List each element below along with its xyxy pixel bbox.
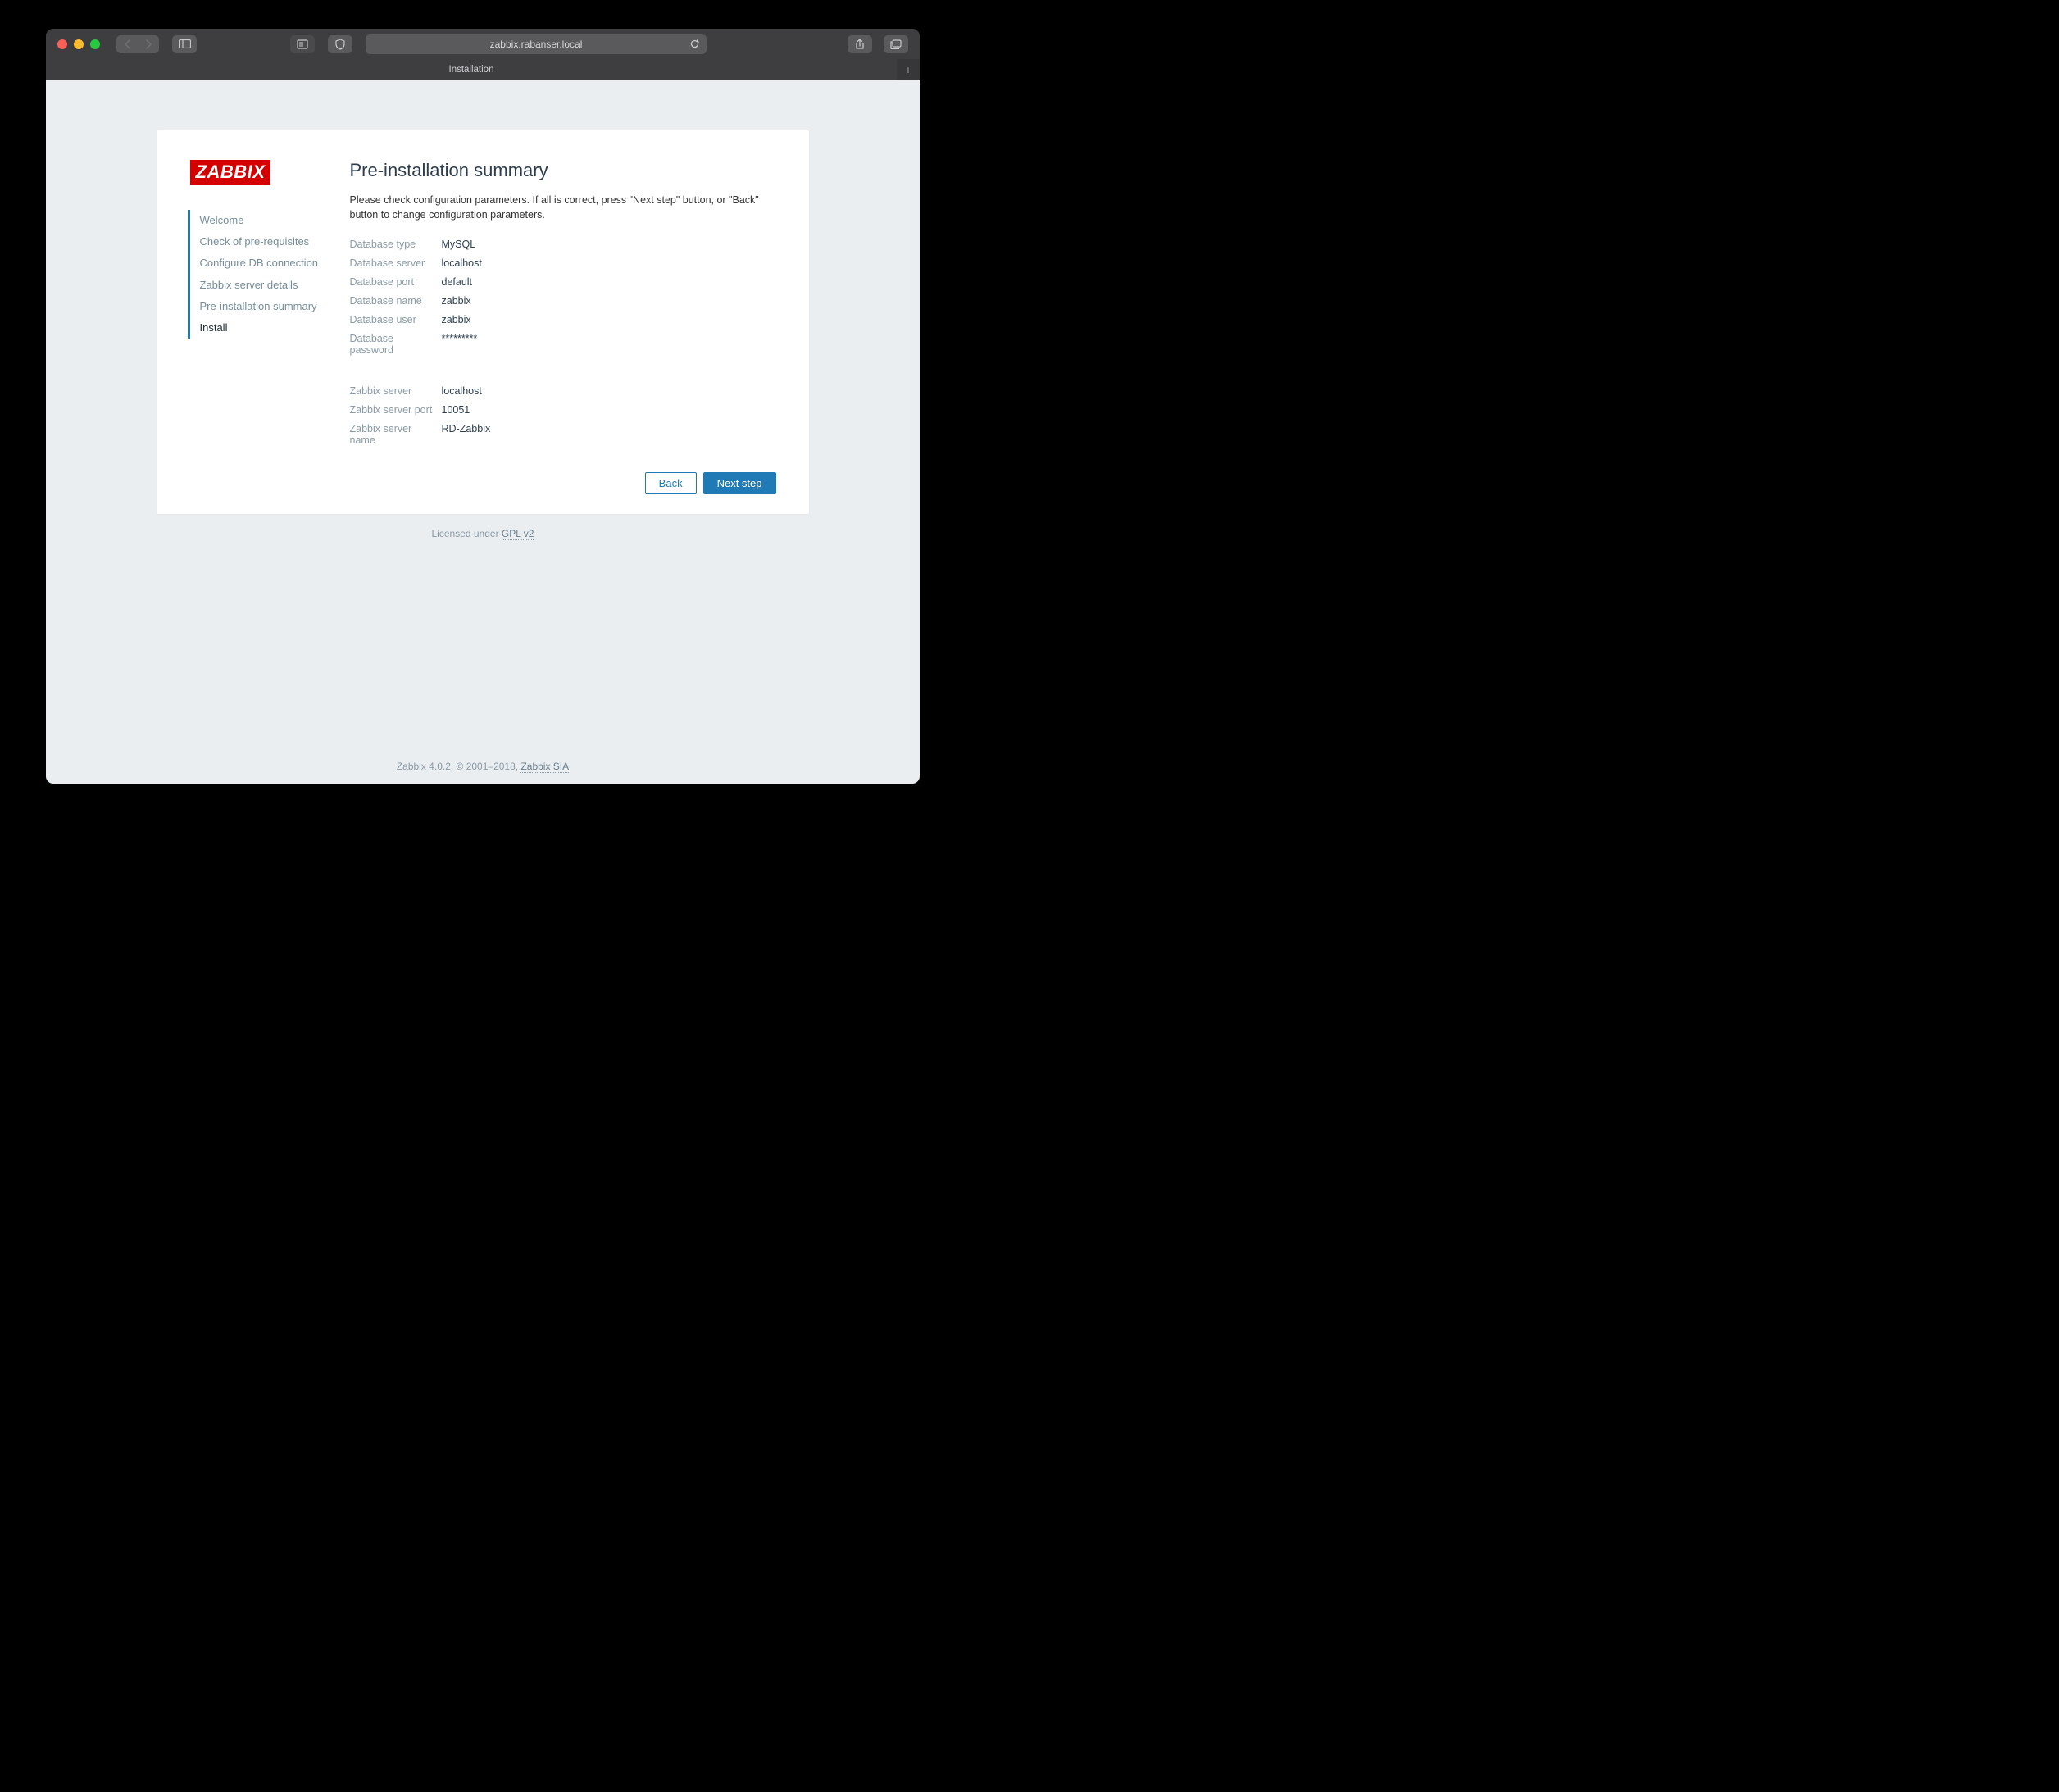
step-prerequisites: Check of pre-requisites [190,231,350,252]
back-nav-button[interactable] [116,35,138,53]
address-bar[interactable]: zabbix.rabanser.local [366,34,707,54]
db-type-value: MySQL [442,239,776,250]
step-install: Install [190,317,350,339]
traffic-lights [57,39,100,49]
db-user-value: zabbix [442,314,776,325]
license-link[interactable]: GPL v2 [502,528,534,540]
sidebar: ZABBIX Welcome Check of pre-requisites C… [190,160,350,493]
license-footer: Licensed under GPL v2 [46,528,920,539]
browser-window: zabbix.rabanser.local Installation + ZAB… [46,29,920,784]
zabbix-sia-link[interactable]: Zabbix SIA [520,761,569,773]
page-title: Pre-installation summary [350,160,776,181]
zs-value: localhost [442,385,776,397]
minimize-window-button[interactable] [74,39,84,49]
viewport: ZABBIX Welcome Check of pre-requisites C… [46,80,920,784]
close-window-button[interactable] [57,39,67,49]
setup-steps: Welcome Check of pre-requisites Configur… [188,210,350,339]
zs-port-label: Zabbix server port [350,404,439,416]
tab-installation[interactable]: Installation [46,59,897,80]
db-password-label: Database password [350,333,439,356]
params-grid: Database type MySQL Database server loca… [350,239,776,446]
tabs-button[interactable] [884,35,908,53]
step-db-connection: Configure DB connection [190,252,350,274]
tab-label: Installation [449,65,494,75]
wizard-buttons: Back Next step [645,472,776,494]
back-button[interactable]: Back [645,472,697,494]
db-server-label: Database server [350,257,439,269]
toolbar-right [841,35,908,53]
main-content: Pre-installation summary Please check co… [350,160,776,493]
zabbix-logo: ZABBIX [190,160,271,185]
share-button[interactable] [848,35,872,53]
step-preinstall-summary: Pre-installation summary [190,296,350,317]
zs-name-label: Zabbix server name [350,423,439,446]
db-password-value: ********* [442,333,776,356]
nav-buttons [116,35,159,53]
license-prefix: Licensed under [432,528,502,539]
maximize-window-button[interactable] [90,39,100,49]
page-description: Please check configuration parameters. I… [350,193,776,222]
copyright-footer: Zabbix 4.0.2. © 2001–2018, Zabbix SIA [46,761,920,772]
reload-icon[interactable] [689,39,700,49]
forward-nav-button[interactable] [138,35,159,53]
zs-name-value: RD-Zabbix [442,423,776,446]
reader-button[interactable] [290,35,315,53]
next-step-button[interactable]: Next step [703,472,776,494]
tabbar: Installation + [46,59,920,80]
db-port-label: Database port [350,276,439,288]
zs-label: Zabbix server [350,385,439,397]
db-name-value: zabbix [442,295,776,307]
step-welcome: Welcome [190,210,350,231]
db-port-value: default [442,276,776,288]
privacy-button[interactable] [328,35,352,53]
setup-card: ZABBIX Welcome Check of pre-requisites C… [157,130,810,515]
zs-port-value: 10051 [442,404,776,416]
db-type-label: Database type [350,239,439,250]
step-server-details: Zabbix server details [190,275,350,296]
copyright-text: Zabbix 4.0.2. © 2001–2018, [397,761,521,772]
db-name-label: Database name [350,295,439,307]
db-user-label: Database user [350,314,439,325]
titlebar: zabbix.rabanser.local [46,29,920,59]
address-text: zabbix.rabanser.local [490,39,583,50]
db-server-value: localhost [442,257,776,269]
new-tab-button[interactable]: + [897,59,920,80]
sidebar-toggle-button[interactable] [172,35,197,53]
